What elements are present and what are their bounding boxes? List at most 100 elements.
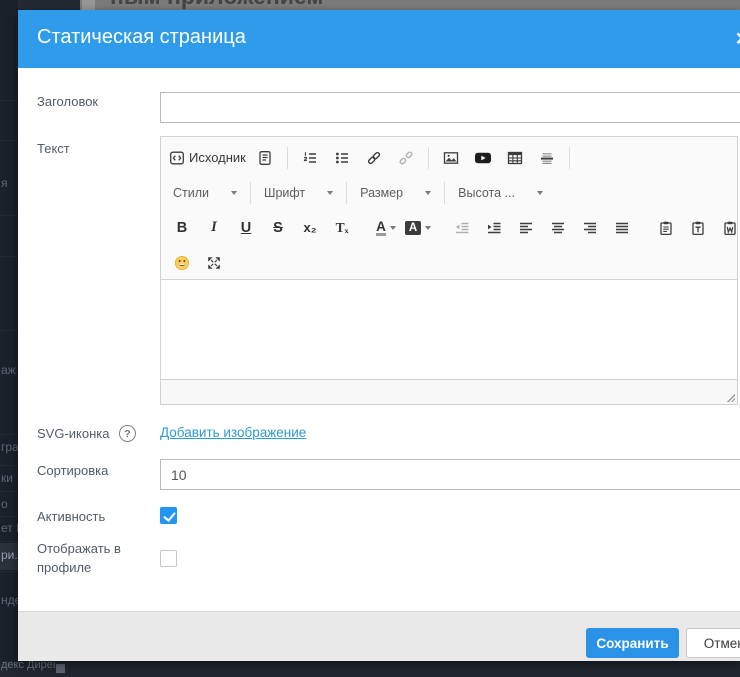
- unlink-button[interactable]: [391, 145, 421, 171]
- paste-button[interactable]: [651, 215, 681, 241]
- active-checkbox[interactable]: [160, 507, 177, 524]
- maximize-icon: [206, 255, 222, 271]
- paste-plain-text-button[interactable]: [683, 215, 713, 241]
- italic-icon: I: [211, 219, 217, 236]
- source-button-label: Исходник: [189, 150, 246, 165]
- unlink-icon: [398, 150, 414, 166]
- image-icon: [443, 150, 459, 166]
- source-icon: [169, 150, 185, 166]
- sidebar-item-fragment-active[interactable]: ри.: [1, 548, 18, 562]
- sort-field-label: Сортировка: [37, 463, 108, 478]
- emoji-button[interactable]: [167, 250, 197, 276]
- remove-format-button[interactable]: Tₓ: [327, 215, 357, 241]
- sidebar-item-fragment[interactable]: я: [1, 176, 8, 190]
- underline-button[interactable]: U: [231, 215, 261, 241]
- link-button[interactable]: [359, 145, 389, 171]
- image-button[interactable]: [436, 145, 466, 171]
- close-icon[interactable]: ×: [736, 25, 740, 52]
- modal-title: Статическая страница: [37, 26, 246, 49]
- rich-text-editor: Исходник: [160, 136, 738, 405]
- media-button[interactable]: [468, 145, 498, 171]
- table-icon: [507, 150, 523, 166]
- outdent-button[interactable]: [447, 215, 477, 241]
- add-image-link[interactable]: Добавить изображение: [160, 425, 306, 440]
- sidebar-item-fragment[interactable]: нде: [1, 593, 18, 607]
- numbered-list-button[interactable]: [295, 145, 325, 171]
- horizontal-rule-button[interactable]: [532, 145, 562, 171]
- align-center-button[interactable]: [543, 215, 573, 241]
- outdent-icon: [454, 220, 470, 236]
- paste-from-word-icon: [722, 220, 738, 236]
- page-behind-sidebar-block: [18, 0, 80, 10]
- chevron-down-icon: [537, 191, 543, 195]
- align-justify-button[interactable]: [607, 215, 637, 241]
- remove-format-icon: Tₓ: [336, 220, 349, 236]
- align-justify-icon: [614, 220, 630, 236]
- page-behind-top: ным приложением": [18, 0, 740, 10]
- bulleted-list-button[interactable]: [327, 145, 357, 171]
- sort-input[interactable]: [160, 459, 740, 490]
- resize-grip[interactable]: [727, 394, 735, 402]
- table-button[interactable]: [500, 145, 530, 171]
- strikethrough-button[interactable]: S: [263, 215, 293, 241]
- indent-icon: [486, 220, 502, 236]
- scrollbar-fragment: [82, 0, 95, 10]
- paste-icon: [658, 220, 674, 236]
- cancel-button[interactable]: Отмена: [686, 628, 740, 658]
- editor-toolbar: Исходник: [161, 137, 737, 280]
- sidebar-item-fragment[interactable]: о: [1, 497, 8, 511]
- numbered-list-icon: [302, 150, 318, 166]
- modal-footer: Сохранить Отмена: [18, 611, 740, 661]
- sidebar-item-fragment[interactable]: аж: [1, 363, 16, 377]
- chevron-down-icon: [425, 226, 431, 230]
- media-icon: [474, 150, 492, 166]
- sidebar-item-fragment[interactable]: ет Р: [1, 521, 18, 535]
- title-field-label: Заголовок: [37, 94, 98, 109]
- maximize-button[interactable]: [199, 250, 229, 276]
- subscript-button[interactable]: x₂: [295, 215, 325, 241]
- align-left-button[interactable]: [511, 215, 541, 241]
- save-button[interactable]: Сохранить: [586, 628, 679, 658]
- chevron-down-icon: [425, 191, 431, 195]
- size-dropdown[interactable]: Размер: [354, 181, 437, 205]
- line-height-dropdown[interactable]: Высота ...: [452, 181, 549, 205]
- emoji-icon: [174, 255, 190, 271]
- font-dropdown[interactable]: Шрифт: [258, 181, 339, 205]
- editor-content-area[interactable]: [161, 281, 737, 378]
- text-field-label: Текст: [37, 141, 70, 156]
- paste-plain-text-icon: [690, 220, 706, 236]
- help-icon[interactable]: ?: [119, 425, 136, 442]
- styles-dropdown-label: Стили: [173, 186, 209, 200]
- text-color-button[interactable]: A: [371, 215, 401, 241]
- sidebar-item-fragment[interactable]: гра: [1, 440, 18, 454]
- bold-button[interactable]: B: [167, 215, 197, 241]
- profile-checkbox[interactable]: [160, 550, 177, 567]
- strikethrough-icon: S: [273, 220, 283, 236]
- chevron-down-icon: [327, 191, 333, 195]
- bold-icon: B: [177, 220, 187, 236]
- bg-color-button[interactable]: A: [403, 215, 433, 241]
- templates-button[interactable]: [250, 145, 280, 171]
- modal-header: Статическая страница ×: [18, 10, 740, 68]
- align-right-button[interactable]: [575, 215, 605, 241]
- templates-icon: [257, 150, 273, 166]
- paste-from-word-button[interactable]: [715, 215, 740, 241]
- styles-dropdown[interactable]: Стили: [167, 181, 243, 205]
- chevron-down-icon: [231, 191, 237, 195]
- link-icon: [366, 150, 382, 166]
- chevron-down-icon: [390, 226, 396, 230]
- app-sidebar: я аж гра ки о ет Р ри. нде: [0, 0, 18, 677]
- text-color-icon: A: [376, 220, 386, 236]
- bg-color-icon: A: [405, 221, 421, 235]
- line-height-dropdown-label: Высота ...: [458, 186, 515, 200]
- italic-button[interactable]: I: [199, 215, 229, 241]
- bulleted-list-icon: [334, 150, 350, 166]
- sidebar-item-fragment[interactable]: ки: [1, 471, 13, 485]
- align-right-icon: [582, 220, 598, 236]
- sidebar-bottom-tab: [56, 664, 65, 673]
- sidebar-item-fragment-bottom[interactable]: декс Дирек: [1, 661, 55, 671]
- profile-field-label: Отображать в профиле: [37, 539, 149, 577]
- indent-button[interactable]: [479, 215, 509, 241]
- source-button[interactable]: Исходник: [167, 145, 248, 171]
- title-input[interactable]: [160, 92, 740, 123]
